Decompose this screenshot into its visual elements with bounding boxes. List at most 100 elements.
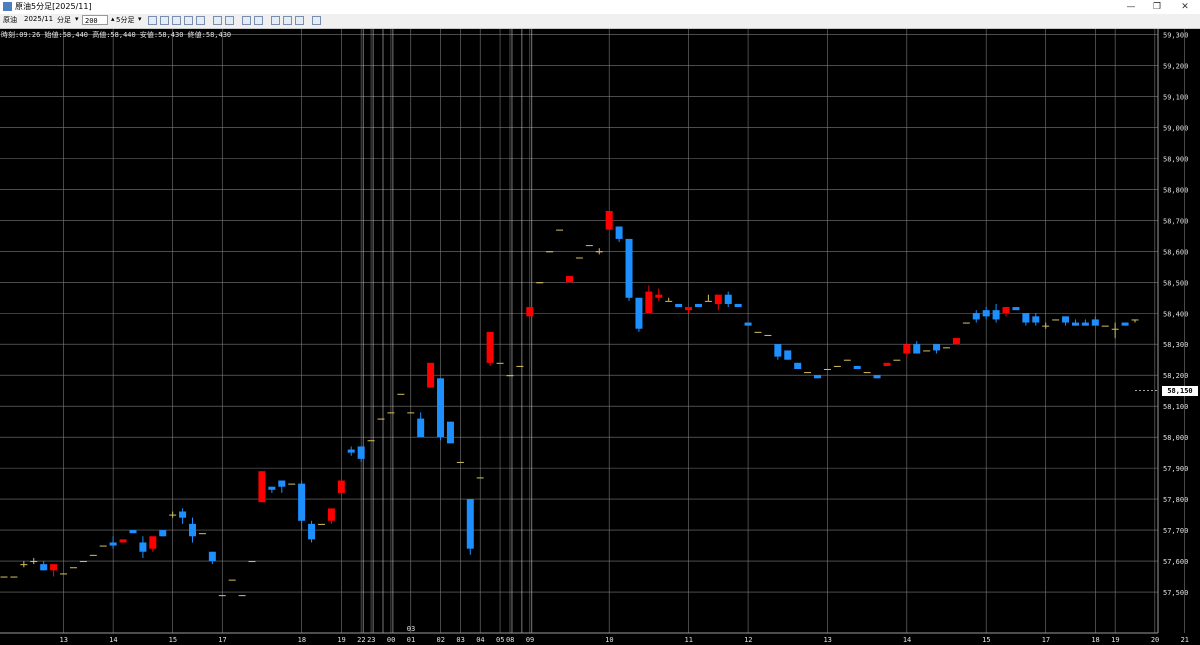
candle[interactable] <box>496 362 504 364</box>
globe-icon[interactable] <box>196 16 205 25</box>
candlestick-chart[interactable]: 57,50057,60057,70057,80057,90058,00058,1… <box>0 29 1200 645</box>
candle[interactable] <box>734 303 742 308</box>
candle[interactable] <box>1022 313 1030 326</box>
candle[interactable] <box>288 483 296 485</box>
candle[interactable] <box>139 536 147 558</box>
candle[interactable] <box>1071 319 1079 326</box>
candle[interactable] <box>1042 322 1050 329</box>
candle[interactable] <box>1032 313 1040 326</box>
candle[interactable] <box>853 365 861 370</box>
candle[interactable] <box>268 486 276 493</box>
candle[interactable] <box>40 561 48 571</box>
candle[interactable] <box>1091 316 1099 326</box>
chevron-down-icon[interactable]: ▾ <box>138 15 142 23</box>
candle[interactable] <box>685 307 693 314</box>
contract-selector[interactable]: 2025/11 <box>24 15 53 23</box>
hand-icon[interactable] <box>160 16 169 25</box>
candle[interactable] <box>407 412 415 414</box>
candle[interactable] <box>79 561 87 563</box>
candle[interactable] <box>476 477 484 479</box>
chevron-down-icon[interactable]: ▾ <box>75 15 79 23</box>
candle[interactable] <box>198 533 206 535</box>
candle[interactable] <box>823 369 831 371</box>
candle[interactable] <box>645 285 653 314</box>
table-icon[interactable] <box>225 16 234 25</box>
candle[interactable] <box>0 576 8 578</box>
candle[interactable] <box>208 551 216 565</box>
candle[interactable] <box>278 480 286 493</box>
candle[interactable] <box>357 446 365 462</box>
candle[interactable] <box>337 480 345 493</box>
candle[interactable] <box>1012 307 1020 311</box>
candle[interactable] <box>327 508 335 524</box>
candle[interactable] <box>466 499 474 555</box>
candle[interactable] <box>992 303 1000 323</box>
candle[interactable] <box>744 322 752 326</box>
candle[interactable] <box>218 595 226 597</box>
candle[interactable] <box>1052 319 1060 321</box>
close-button[interactable]: ✕ <box>1172 0 1198 14</box>
candle[interactable] <box>943 347 950 349</box>
candle[interactable] <box>20 561 28 568</box>
candle[interactable] <box>367 440 375 442</box>
draw-icon[interactable] <box>184 16 193 25</box>
candle[interactable] <box>655 288 663 301</box>
scale2-icon[interactable] <box>283 16 292 25</box>
indicator-icon[interactable] <box>254 16 263 25</box>
candle[interactable] <box>694 303 702 308</box>
candle[interactable] <box>754 331 762 333</box>
candle[interactable] <box>774 344 782 360</box>
candle[interactable] <box>69 567 77 569</box>
candle[interactable] <box>228 579 236 581</box>
candle[interactable] <box>427 362 435 388</box>
unit-selector[interactable]: 分足 <box>57 15 71 25</box>
candle[interactable] <box>883 362 891 366</box>
candle[interactable] <box>238 595 246 597</box>
candle[interactable] <box>923 350 931 352</box>
candle[interactable] <box>625 238 633 301</box>
candle[interactable] <box>724 291 732 308</box>
candle[interactable] <box>308 520 316 543</box>
candle[interactable] <box>972 310 980 323</box>
candle[interactable] <box>1062 316 1070 326</box>
candle[interactable] <box>317 523 325 525</box>
candle[interactable] <box>1081 319 1089 326</box>
candle[interactable] <box>189 517 196 543</box>
chart-area[interactable]: 57,500 57,600 57,700 57,800 57,900 58,000 58,1… <box>0 29 1200 645</box>
candle[interactable] <box>1111 322 1119 339</box>
refresh-icon[interactable] <box>312 16 321 25</box>
candle[interactable] <box>585 245 593 247</box>
interval-selector[interactable]: 5分足 <box>116 15 134 25</box>
candle[interactable] <box>347 446 355 456</box>
candle[interactable] <box>893 359 901 361</box>
scale-icon[interactable] <box>271 16 280 25</box>
candle[interactable] <box>903 344 911 357</box>
candle[interactable] <box>437 378 445 441</box>
candle[interactable] <box>913 341 921 354</box>
candle[interactable] <box>952 338 960 345</box>
candle[interactable] <box>794 362 802 370</box>
candle[interactable] <box>714 294 722 311</box>
candle[interactable] <box>615 226 623 243</box>
candle[interactable] <box>1131 319 1139 323</box>
candle[interactable] <box>387 412 395 414</box>
candle[interactable] <box>30 557 38 565</box>
scale3-icon[interactable] <box>295 16 304 25</box>
candle[interactable] <box>784 350 792 360</box>
candle[interactable] <box>486 331 494 366</box>
candle[interactable] <box>179 508 187 524</box>
candle[interactable] <box>149 536 157 552</box>
candle[interactable] <box>962 322 970 324</box>
candle[interactable] <box>675 303 683 308</box>
candle[interactable] <box>982 307 990 320</box>
candle[interactable] <box>814 375 822 379</box>
candle[interactable] <box>169 511 177 518</box>
candle[interactable] <box>526 307 534 317</box>
candle[interactable] <box>1101 325 1109 327</box>
candle[interactable] <box>556 229 564 231</box>
candle[interactable] <box>99 545 107 547</box>
candle[interactable] <box>456 461 464 463</box>
candle[interactable] <box>833 365 841 367</box>
candle[interactable] <box>933 344 941 354</box>
candle[interactable] <box>60 573 68 575</box>
